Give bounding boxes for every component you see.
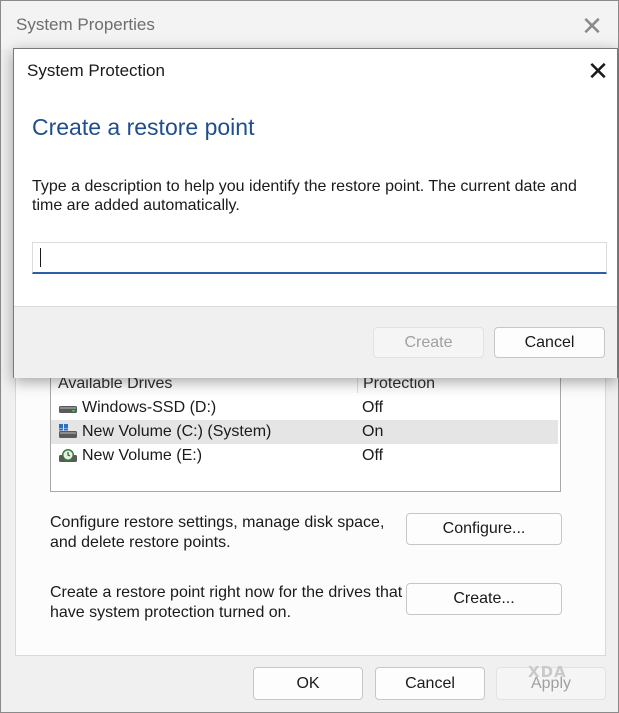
create-description-line: have system protection turned on. [50,604,292,621]
system-properties-title: System Properties [16,15,155,34]
drive-name: Windows-SSD (D:) [82,399,217,416]
drive-name: New Volume (E:) [82,447,203,464]
dialog-description: Type a description to help you identify … [32,178,577,214]
dialog-titlebar: System Protection ✕ [14,49,617,93]
configure-description-line: and delete restore points. [50,534,231,551]
configure-description-line: Configure restore settings, manage disk … [50,514,385,531]
restore-point-description-input[interactable] [32,242,607,274]
drive-row[interactable]: New Volume (C:) (System) On [51,420,558,444]
xda-watermark: XDA [528,663,567,681]
drive-name: New Volume (C:) (System) [82,423,272,440]
drive-icon [58,400,78,416]
dialog-title: System Protection [27,61,165,80]
dialog-create-button[interactable]: Create [373,327,484,358]
dialog-cancel-button[interactable]: Cancel [494,327,605,358]
dialog-footer: Create Cancel [14,306,617,378]
create-restore-point-button[interactable]: Create... [406,583,562,615]
drive-row[interactable]: New Volume (E:) Off [51,444,558,468]
configure-description: Configure restore settings, manage disk … [50,513,384,553]
dialog-heading: Create a restore point [32,114,255,140]
drive-protection-status: On [362,423,384,440]
close-icon[interactable]: ✕ [575,9,609,43]
available-drives-list[interactable]: Available Drives Protection Windows-SSD … [50,369,561,492]
system-properties-titlebar: System Properties ✕ [1,1,618,49]
configure-button[interactable]: Configure... [406,513,562,545]
drive-protection-status: Off [362,447,384,464]
drive-row[interactable]: Windows-SSD (D:) Off [51,396,558,420]
create-description-line: Create a restore point right now for the… [50,584,403,601]
system-protection-dialog: System Protection ✕ Create a restore poi… [13,48,618,378]
text-caret [40,248,41,267]
system-drive-icon [58,424,78,440]
drive-protection-status: Off [362,399,384,416]
cancel-button[interactable]: Cancel [375,667,485,700]
ok-button[interactable]: OK [253,667,363,700]
close-icon[interactable]: ✕ [582,54,614,88]
backup-drive-icon [58,448,78,464]
create-description: Create a restore point right now for the… [50,583,402,623]
